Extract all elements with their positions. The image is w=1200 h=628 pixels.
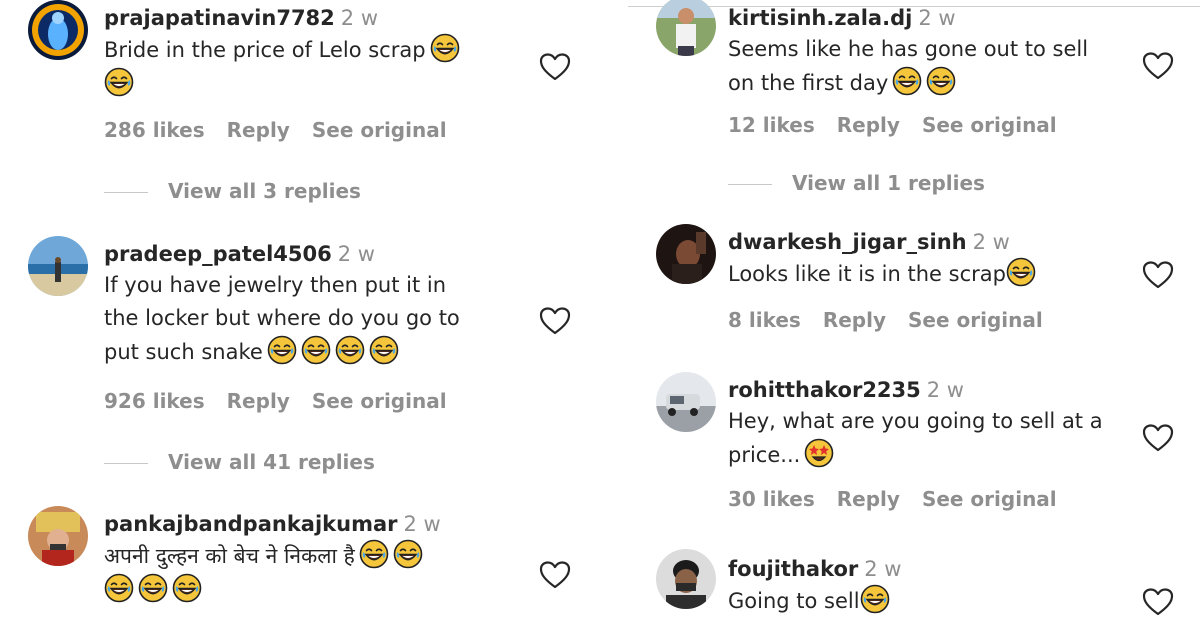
comment-text-line: price... <box>728 443 801 467</box>
comment-text: Looks like it is in the scrap <box>728 257 1158 291</box>
comment-username[interactable]: kirtisinh.zala.dj <box>728 6 912 30</box>
comment-text-line: अपनी दुल्हन को बेच ने निकला है <box>104 544 355 568</box>
face-with-tears-of-joy-emoji <box>172 573 202 603</box>
likes-count[interactable]: 12 likes <box>728 113 815 137</box>
comment-text: Seems like he has gone out to sell on th… <box>728 33 1158 100</box>
face-with-tears-of-joy-emoji <box>369 335 399 365</box>
view-replies-label: View all 3 replies <box>168 179 361 203</box>
avatar[interactable] <box>28 0 88 60</box>
comment-text: अपनी दुल्हन को बेच ने निकला है <box>104 539 534 607</box>
reply-link[interactable]: Reply <box>837 487 900 511</box>
heart-outline-icon[interactable] <box>1142 51 1174 81</box>
comments-column-left: prajapatinavin7782 2 w Bride in the price… <box>0 0 600 628</box>
comment-text-line: put such snake <box>104 340 263 364</box>
heart-outline-icon[interactable] <box>1142 587 1174 617</box>
comment-text-line: Hey, what are you going to sell at a <box>728 409 1103 433</box>
face-with-tears-of-joy-emoji <box>860 584 890 614</box>
face-with-tears-of-joy-emoji <box>104 67 134 97</box>
view-replies-link[interactable]: View all 41 replies <box>104 450 375 474</box>
comment-text-line: the locker but where do you go to <box>104 306 460 330</box>
view-replies-link[interactable]: View all 3 replies <box>104 179 361 203</box>
likes-count[interactable]: 286 likes <box>104 118 205 142</box>
reply-link[interactable]: Reply <box>837 113 900 137</box>
face-with-tears-of-joy-emoji <box>301 335 331 365</box>
view-replies-label: View all 41 replies <box>168 450 375 474</box>
comment-username[interactable]: rohitthakor2235 <box>728 378 921 402</box>
face-with-tears-of-joy-emoji <box>892 66 922 96</box>
comment-text-line: Going to sell <box>728 589 860 613</box>
heart-outline-icon[interactable] <box>539 52 571 82</box>
comment-text: If you have jewelry then put it in the l… <box>104 269 534 369</box>
avatar[interactable] <box>28 506 88 566</box>
face-with-tears-of-joy-emoji <box>430 33 460 63</box>
comment-text-line: Seems like he has gone out to sell <box>728 37 1089 61</box>
see-original-link[interactable]: See original <box>312 389 447 413</box>
star-struck-emoji <box>804 438 834 468</box>
face-with-tears-of-joy-emoji <box>138 573 168 603</box>
reply-divider <box>104 192 148 193</box>
avatar[interactable] <box>28 236 88 296</box>
see-original-link[interactable]: See original <box>922 113 1057 137</box>
likes-count[interactable]: 30 likes <box>728 487 815 511</box>
comment-text-line: on the first day <box>728 71 889 95</box>
face-with-tears-of-joy-emoji <box>1006 257 1036 287</box>
avatar[interactable] <box>656 549 716 609</box>
comment-age: 2 w <box>337 242 375 266</box>
face-with-tears-of-joy-emoji <box>335 335 365 365</box>
reply-link[interactable]: Reply <box>227 118 290 142</box>
avatar[interactable] <box>656 372 716 432</box>
comment-age: 2 w <box>972 230 1010 254</box>
comment-text-line: If you have jewelry then put it in <box>104 273 447 297</box>
reply-link[interactable]: Reply <box>227 389 290 413</box>
comment-text: Hey, what are you going to sell at a pri… <box>728 405 1158 472</box>
comment-age: 2 w <box>864 557 902 581</box>
comment-age: 2 w <box>340 6 378 30</box>
comment-username[interactable]: pankajbandpankajkumar <box>104 512 398 536</box>
avatar[interactable] <box>656 0 716 56</box>
comment-username[interactable]: dwarkesh_jigar_sinh <box>728 230 967 254</box>
comment-age: 2 w <box>918 6 956 30</box>
heart-outline-icon[interactable] <box>539 560 571 590</box>
comment-username[interactable]: prajapatinavin7782 <box>104 6 335 30</box>
comment-username[interactable]: pradeep_patel4506 <box>104 242 332 266</box>
view-replies-label: View all 1 replies <box>792 171 985 195</box>
comment-text: Bride in the price of Lelo scrap <box>104 33 534 101</box>
comment-age: 2 w <box>926 378 964 402</box>
reply-link[interactable]: Reply <box>823 308 886 332</box>
face-with-tears-of-joy-emoji <box>359 539 389 569</box>
face-with-tears-of-joy-emoji <box>267 335 297 365</box>
see-original-link[interactable]: See original <box>312 118 447 142</box>
avatar[interactable] <box>656 224 716 284</box>
comment-age: 2 w <box>403 512 441 536</box>
comment-text: Going to sell <box>728 584 1158 618</box>
comment-username[interactable]: foujithakor <box>728 557 858 581</box>
comment-text-line: Bride in the price of Lelo scrap <box>104 38 426 62</box>
reply-divider <box>104 463 148 464</box>
heart-outline-icon[interactable] <box>1142 423 1174 453</box>
see-original-link[interactable]: See original <box>922 487 1057 511</box>
view-replies-link[interactable]: View all 1 replies <box>728 171 985 195</box>
heart-outline-icon[interactable] <box>1142 260 1174 290</box>
heart-outline-icon[interactable] <box>539 306 571 336</box>
face-with-tears-of-joy-emoji <box>104 573 134 603</box>
likes-count[interactable]: 926 likes <box>104 389 205 413</box>
reply-divider <box>728 184 772 185</box>
see-original-link[interactable]: See original <box>908 308 1043 332</box>
face-with-tears-of-joy-emoji <box>393 539 423 569</box>
face-with-tears-of-joy-emoji <box>926 66 956 96</box>
comment-text-line: Looks like it is in the scrap <box>728 262 1006 286</box>
comments-column-right: kirtisinh.zala.dj 2 w Seems like he has g… <box>628 0 1200 628</box>
likes-count[interactable]: 8 likes <box>728 308 801 332</box>
